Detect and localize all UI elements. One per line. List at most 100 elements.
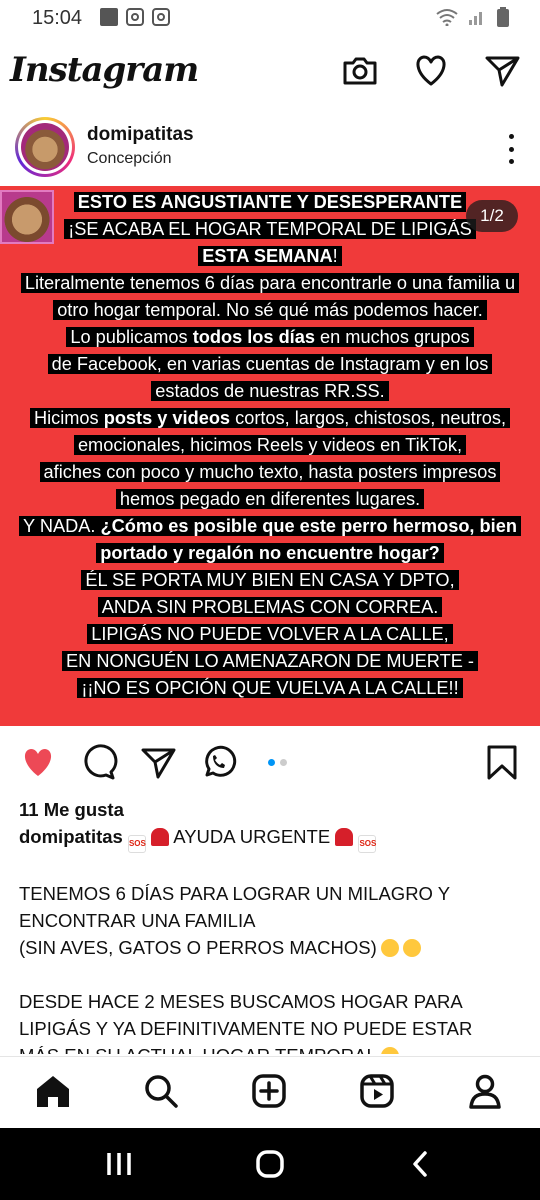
app-header: Instagram <box>0 36 540 108</box>
image-text: ESTO ES ANGUSTIANTE Y DESESPERANTE ¡SE AC… <box>0 189 540 702</box>
caption-title: AYUDA URGENTE <box>173 826 336 847</box>
notification-icons <box>100 8 170 26</box>
image-text-segment: posts y videos <box>103 408 231 428</box>
image-text-line: Lo publicamos todos los días en muchos g… <box>0 324 540 351</box>
image-text-line: ESTA SEMANA! <box>0 243 540 270</box>
image-text-line: Hicimos posts y videos cortos, largos, c… <box>0 405 540 432</box>
image-text-line: ¡SE ACABA EL HOGAR TEMPORAL DE LIPIGÁS <box>0 216 540 243</box>
image-text-line: ÉL SE PORTA MUY BIEN EN CASA Y DPTO, <box>0 567 540 594</box>
like-icon[interactable] <box>18 742 58 782</box>
carousel-dots <box>268 759 287 766</box>
image-text-segment: cortos, largos, chistosos, neutros, <box>230 408 507 428</box>
recents-icon[interactable] <box>103 1148 135 1180</box>
image-text-segment: ¡¡NO ES OPCIÓN QUE VUELVA A LA CALLE!! <box>81 678 459 698</box>
bottom-nav <box>0 1056 540 1128</box>
caption-line: TENEMOS 6 DÍAS PARA LOGRAR UN MILAGRO Y <box>19 880 524 907</box>
image-counter: 1/2 <box>466 200 518 232</box>
save-icon[interactable] <box>482 742 522 782</box>
profile-icon[interactable] <box>465 1071 505 1111</box>
siren-icon <box>151 828 170 846</box>
post-username[interactable]: domipatitas <box>87 124 194 146</box>
search-icon[interactable] <box>141 1071 181 1111</box>
image-text-segment: EN NONGUÉN LO AMENAZARON DE MUERTE - <box>66 651 474 671</box>
caption-line-text: TENEMOS 6 DÍAS PARA LOGRAR UN MILAGRO Y <box>19 883 451 904</box>
dog-photo <box>0 190 54 244</box>
image-text-segment: en muchos grupos <box>314 327 470 347</box>
caption-body: TENEMOS 6 DÍAS PARA LOGRAR UN MILAGRO Y E… <box>19 880 524 1054</box>
caption-line-text: (SIN AVES, GATOS O PERROS MACHOS) <box>19 937 377 958</box>
battery-icon <box>497 7 509 27</box>
instagram-logo: Instagram <box>10 50 199 90</box>
image-text-segment: ÉL SE PORTA MUY BIEN EN CASA Y DPTO, <box>85 570 455 590</box>
more-options-icon[interactable] <box>506 134 516 164</box>
caption-username[interactable]: domipatitas <box>19 826 123 847</box>
image-text-line: emocionales, hicimos Reels y videos en T… <box>0 432 540 459</box>
image-text-segment: hemos pegado en diferentes lugares. <box>119 489 421 509</box>
whatsapp-icon[interactable] <box>198 742 238 782</box>
caption-line-text: MÁS EN SU ACTUAL HOGAR TEMPORAL <box>19 1045 377 1054</box>
system-nav <box>0 1128 540 1200</box>
image-text-line: ANDA SIN PROBLEMAS CON CORREA. <box>0 594 540 621</box>
instagram-icon <box>152 8 170 26</box>
image-text-line: EN NONGUÉN LO AMENAZARON DE MUERTE - <box>0 648 540 675</box>
image-text-line: de Facebook, en varias cuentas de Instag… <box>0 351 540 378</box>
status-bar: 15:04 <box>0 0 540 36</box>
image-text-segment: Lo publicamos <box>70 327 193 347</box>
comment-icon[interactable] <box>78 742 118 782</box>
crying-face-icon <box>380 1047 399 1054</box>
wifi-icon <box>436 9 458 26</box>
system-icons <box>436 7 510 27</box>
caption: 11 Me gusta domipatitas SOS AYUDA URGENT… <box>19 796 524 1054</box>
heart-icon[interactable] <box>411 50 451 90</box>
image-text-segment: Literalmente tenemos 6 días para encontr… <box>24 273 516 293</box>
home-circle-icon[interactable] <box>254 1148 286 1180</box>
caption-line-text: ENCONTRAR UNA FAMILIA <box>19 910 256 931</box>
caption-line: DESDE HACE 2 MESES BUSCAMOS HOGAR PARA <box>19 988 524 1015</box>
reels-icon[interactable] <box>357 1071 397 1111</box>
post-image[interactable]: ESTO ES ANGUSTIANTE Y DESESPERANTE ¡SE AC… <box>0 186 540 726</box>
image-text-line: portado y regalón no encuentre hogar? <box>0 540 540 567</box>
back-icon[interactable] <box>405 1148 437 1180</box>
gallery-icon <box>100 8 118 26</box>
caption-line: (SIN AVES, GATOS O PERROS MACHOS) <box>19 934 524 961</box>
instagram-icon <box>126 8 144 26</box>
image-text-segment: LIPIGÁS NO PUEDE VOLVER A LA CALLE, <box>91 624 449 644</box>
image-text-line: ESTO ES ANGUSTIANTE Y DESESPERANTE <box>0 189 540 216</box>
crying-face-icon <box>402 939 421 957</box>
caption-line: ENCONTRAR UNA FAMILIA <box>19 907 524 934</box>
image-text-segment: ¿Cómo es posible que este perro hermoso,… <box>100 516 517 536</box>
image-text-line: LIPIGÁS NO PUEDE VOLVER A LA CALLE, <box>0 621 540 648</box>
image-text-segment: ANDA SIN PROBLEMAS CON CORREA. <box>101 597 439 617</box>
caption-line-text: DESDE HACE 2 MESES BUSCAMOS HOGAR PARA <box>19 991 463 1012</box>
home-icon[interactable] <box>33 1071 73 1111</box>
image-text-line: hemos pegado en diferentes lugares. <box>0 486 540 513</box>
send-icon[interactable] <box>482 50 522 90</box>
post-actions <box>0 740 540 788</box>
crying-face-icon <box>380 939 399 957</box>
caption-line: MÁS EN SU ACTUAL HOGAR TEMPORAL <box>19 1042 524 1054</box>
share-icon[interactable] <box>138 742 178 782</box>
likes-count[interactable]: 11 Me gusta <box>19 796 524 823</box>
image-text-line: afiches con poco y mucho texto, hasta po… <box>0 459 540 486</box>
caption-line: LIPIGÁS Y YA DEFINITIVAMENTE NO PUEDE ES… <box>19 1015 524 1042</box>
camera-icon[interactable] <box>340 50 380 90</box>
image-text-segment: ! <box>332 246 338 266</box>
image-text-line: Literalmente tenemos 6 días para encontr… <box>0 270 540 297</box>
image-text-segment: de Facebook, en varias cuentas de Instag… <box>51 354 489 374</box>
image-text-line: estados de nuestras RR.SS. <box>0 378 540 405</box>
image-text-segment: portado y regalón no encuentre hogar? <box>100 543 440 563</box>
image-text-segment: Hicimos <box>33 408 104 428</box>
avatar[interactable] <box>15 117 75 177</box>
image-text-segment: estados de nuestras RR.SS. <box>155 381 385 401</box>
image-text-line: otro hogar temporal. No sé qué más podem… <box>0 297 540 324</box>
image-text-segment: otro hogar temporal. No sé qué más podem… <box>57 300 483 320</box>
sos-icon: SOS <box>358 835 377 853</box>
image-text-segment: ESTO ES ANGUSTIANTE Y DESESPERANTE <box>77 192 463 212</box>
image-text-segment: ¡SE ACABA EL HOGAR TEMPORAL DE LIPIGÁS <box>68 219 472 239</box>
create-icon[interactable] <box>249 1071 289 1111</box>
post-location[interactable]: Concepción <box>87 150 172 168</box>
carousel-dot <box>280 759 287 766</box>
image-text-segment: afiches con poco y mucho texto, hasta po… <box>43 462 497 482</box>
image-text-segment: emocionales, hicimos Reels y videos en T… <box>77 435 463 455</box>
